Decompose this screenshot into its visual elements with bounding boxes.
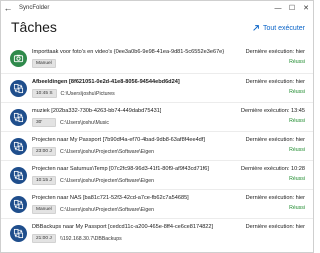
schedule-badge: 30' [32, 118, 56, 127]
sync-folder-icon [10, 167, 27, 184]
last-run-text: Dernière exécution: hier [245, 195, 305, 201]
task-row[interactable]: Projecten naar NAS [ba81c721-52f3-42cd-a… [1, 189, 313, 218]
task-name: Projecten naar My Passport [7b90df4a-ef7… [32, 137, 205, 143]
app-window: ← SyncFolder — ☐ ✕ Tâches Tout exécuter … [0, 0, 314, 253]
task-name: Projecten naar NAS [ba81c721-52f3-42cd-a… [32, 195, 189, 201]
task-details: 30' C:\Users\joshu\Music [32, 118, 109, 127]
status-text: Réussi [289, 118, 305, 124]
status-text: Réussi [289, 89, 305, 95]
window-controls: — ☐ ✕ [271, 1, 313, 15]
status-text: Réussi [289, 147, 305, 153]
task-name: Projecten naar Saturnus\Temp [07c2fc98-9… [32, 166, 209, 172]
run-all-label: Tout exécuter [262, 24, 305, 32]
task-path: \\192.168.30.7\DBBackups [60, 235, 122, 242]
status-text: Réussi [289, 176, 305, 182]
schedule-badge: 23:00 J [32, 147, 56, 156]
task-details: 21:00 J \\192.168.30.7\DBBackups [32, 234, 122, 243]
external-arrow-icon [253, 25, 259, 31]
sync-folder-icon [10, 109, 27, 126]
task-details: 10:15 J C:\Users\joshu\Projecten\Software… [32, 176, 154, 185]
last-run-text: Dernière exécution: hier [245, 224, 305, 230]
last-run-text: Dernière exécution: hier [245, 137, 305, 143]
task-details: Manuel [32, 59, 60, 68]
task-list: Importtaak voor foto's en video's {0ee3a… [1, 44, 313, 247]
schedule-badge: 10:45 S [32, 89, 57, 98]
run-all-button[interactable]: Tout exécuter [252, 24, 305, 32]
last-run-text: Dernière exécution: hier [245, 79, 305, 85]
task-path: C:\Users\joshu\Music [60, 119, 110, 126]
task-name: muziek [202ba332-730b-4263-bb74-449dabd7… [32, 108, 162, 114]
task-row[interactable]: Afbeeldingen [8f621051-0e2d-41e8-8056-94… [1, 73, 313, 102]
last-run-text: Dernière exécution: 13:45 [240, 108, 305, 114]
status-text: Réussi [289, 205, 305, 211]
task-details: Manuel C:\Users\joshu\Projecten\Software\… [32, 205, 154, 214]
sync-folder-icon [10, 225, 27, 242]
schedule-badge: 10:15 J [32, 176, 56, 185]
status-text: Réussi [289, 59, 305, 65]
last-run-text: Dernière exécution: 10:28 [240, 166, 305, 172]
task-name: Afbeeldingen [8f621051-0e2d-41e8-8056-94… [32, 79, 180, 85]
task-row[interactable]: Projecten naar Saturnus\Temp [07c2fc98-9… [1, 160, 313, 189]
task-path: C:\Users\joshu\Projecten\Software\Eigen [60, 148, 154, 155]
task-path: C:\Users\joshu\Pictures [60, 90, 115, 97]
app-title: SyncFolder [19, 5, 50, 11]
task-row[interactable]: Projecten naar My Passport [7b90df4a-ef7… [1, 131, 313, 160]
schedule-badge: 21:00 J [32, 234, 56, 243]
sync-folder-icon [10, 80, 27, 97]
task-details: 10:45 S C:\Users\joshu\Pictures [32, 89, 115, 98]
maximize-button[interactable]: ☐ [285, 1, 299, 15]
task-row[interactable]: muziek [202ba332-730b-4263-bb74-449dabd7… [1, 102, 313, 131]
schedule-badge: Manuel [32, 205, 56, 214]
back-arrow-icon[interactable]: ← [1, 1, 15, 15]
last-run-text: Dernière exécution: hier [245, 49, 305, 55]
task-path: C:\Users\joshu\Projecten\Software\Eigen [60, 177, 154, 184]
task-details: 23:00 J C:\Users\joshu\Projecten\Software… [32, 147, 154, 156]
page-title: Tâches [11, 19, 57, 35]
sync-folder-icon [10, 196, 27, 213]
minimize-button[interactable]: — [271, 1, 285, 15]
schedule-badge: Manuel [32, 59, 56, 68]
close-button[interactable]: ✕ [299, 1, 313, 15]
task-row[interactable]: Importtaak voor foto's en video's {0ee3a… [1, 44, 313, 73]
image-import-icon [10, 50, 27, 67]
task-path: C:\Users\joshu\Projecten\Software\Eigen [60, 206, 154, 213]
task-name: DBBackups naar My Passport [cedcd11c-a20… [32, 224, 214, 230]
sync-folder-icon [10, 138, 27, 155]
title-bar: ← SyncFolder — ☐ ✕ [1, 1, 313, 15]
task-name: Importtaak voor foto's en video's {0ee3a… [32, 49, 225, 55]
task-row[interactable]: DBBackups naar My Passport [cedcd11c-a20… [1, 218, 313, 247]
